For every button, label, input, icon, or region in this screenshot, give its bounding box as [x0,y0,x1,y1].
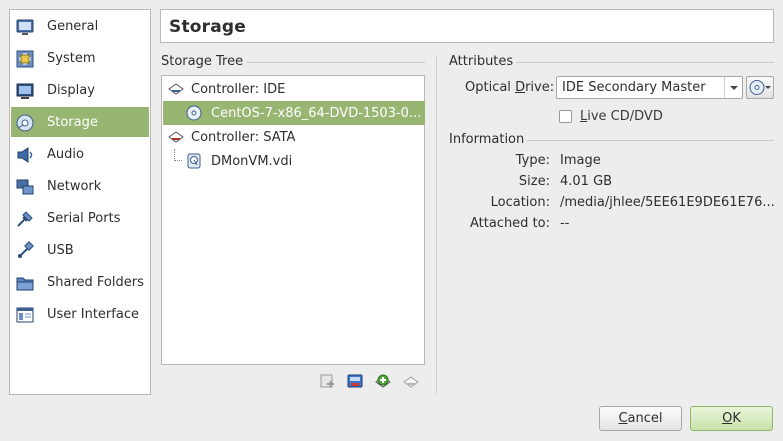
tree-row-dmonvm-vdi[interactable]: DMonVM.vdi [163,149,425,173]
audio-speaker-icon [15,145,35,165]
remove-attachment-button[interactable] [318,372,336,390]
tree-row-controller-ide[interactable]: Controller: IDE [163,77,425,101]
info-location-key: Location: [490,195,550,210]
storage-tree-divider [247,62,425,63]
ide-controller-icon [167,80,185,98]
network-icon [15,177,35,197]
display-monitor-icon [15,81,35,101]
page-title: Storage [169,17,247,37]
optical-disc-icon [185,104,203,122]
info-attached-to-value: -- [560,216,570,231]
nav-item-display[interactable]: Display [11,75,149,105]
nav-item-user-interface[interactable]: User Interface [11,299,149,329]
nav-item-label: Display [47,83,95,98]
user-interface-icon [15,305,35,325]
information-heading: Information [449,132,525,147]
info-attached-to-key: Attached to: [469,216,550,231]
tree-row-label: Controller: SATA [191,130,296,145]
sata-controller-icon [167,128,185,146]
add-controller-button[interactable] [374,372,392,390]
nav-item-network[interactable]: Network [11,171,149,201]
nav-item-label: User Interface [47,307,139,322]
live-cd-label[interactable]: Live CD/DVD [580,109,663,124]
nav-item-storage[interactable]: Storage [11,107,149,137]
chevron-down-icon [724,77,742,98]
nav-item-label: General [47,19,99,34]
optical-disc-menu-icon [749,80,771,95]
nav-item-shared-folders[interactable]: Shared Folders [11,267,149,297]
nav-item-general[interactable]: General [11,11,149,41]
attributes-divider [516,62,774,63]
serial-port-icon [15,209,35,229]
info-location-value: /media/jhlee/5EE61E9DE61E76... [560,195,775,210]
hard-disk-icon [185,152,203,170]
remove-controller-icon [403,376,419,388]
system-chip-icon [15,49,35,69]
nav-item-usb[interactable]: USB [11,235,149,265]
optical-drive-value: IDE Secondary Master [562,80,706,95]
tree-row-label: CentOS-7-x86_64-DVD-1503-0... [211,106,422,121]
info-size-key: Size: [518,174,550,189]
optical-drive-label: Optical Drive: [465,80,555,95]
tree-row-label: DMonVM.vdi [211,154,293,169]
general-icon [15,17,35,37]
info-type-value: Image [560,153,601,168]
live-cd-checkbox[interactable] [559,110,572,123]
choose-disk-button[interactable] [746,76,774,99]
cancel-button[interactable]: Cancel [599,406,682,431]
nav-item-label: Shared Folders [47,275,144,290]
panel-separator [436,55,437,395]
remove-controller-button[interactable] [402,372,420,390]
add-hard-disk-icon [347,374,363,388]
nav-item-label: Storage [47,115,98,130]
add-hard-disk-button[interactable] [346,372,364,390]
nav-item-label: System [47,51,96,66]
settings-navigation: General System Display Storage Audio Net… [9,9,151,395]
nav-item-label: Audio [47,147,84,162]
info-type-key: Type: [515,153,550,168]
nav-item-label: Serial Ports [47,211,121,226]
nav-item-label: Network [47,179,102,194]
nav-item-serial-ports[interactable]: Serial Ports [11,203,149,233]
page-title-box: Storage [160,9,774,43]
tree-row-centos-iso[interactable]: CentOS-7-x86_64-DVD-1503-0... [163,101,425,125]
add-controller-icon [375,374,391,388]
attributes-heading: Attributes [449,54,514,69]
nav-item-label: USB [47,243,74,258]
remove-attachment-icon [320,374,334,388]
ok-button[interactable]: OK [690,406,773,431]
optical-drive-select[interactable]: IDE Secondary Master [556,76,743,99]
storage-disk-icon [15,113,35,133]
nav-item-audio[interactable]: Audio [11,139,149,169]
storage-tree[interactable]: Controller: IDE CentOS-7-x86_64-DVD-1503… [161,75,425,365]
nav-item-system[interactable]: System [11,43,149,73]
information-divider [527,140,774,141]
tree-row-label: Controller: IDE [191,82,286,97]
usb-icon [15,241,35,261]
info-size-value: 4.01 GB [560,174,613,189]
shared-folder-icon [15,273,35,293]
storage-tree-heading: Storage Tree [161,54,244,69]
tree-row-controller-sata[interactable]: Controller: SATA [163,125,425,149]
